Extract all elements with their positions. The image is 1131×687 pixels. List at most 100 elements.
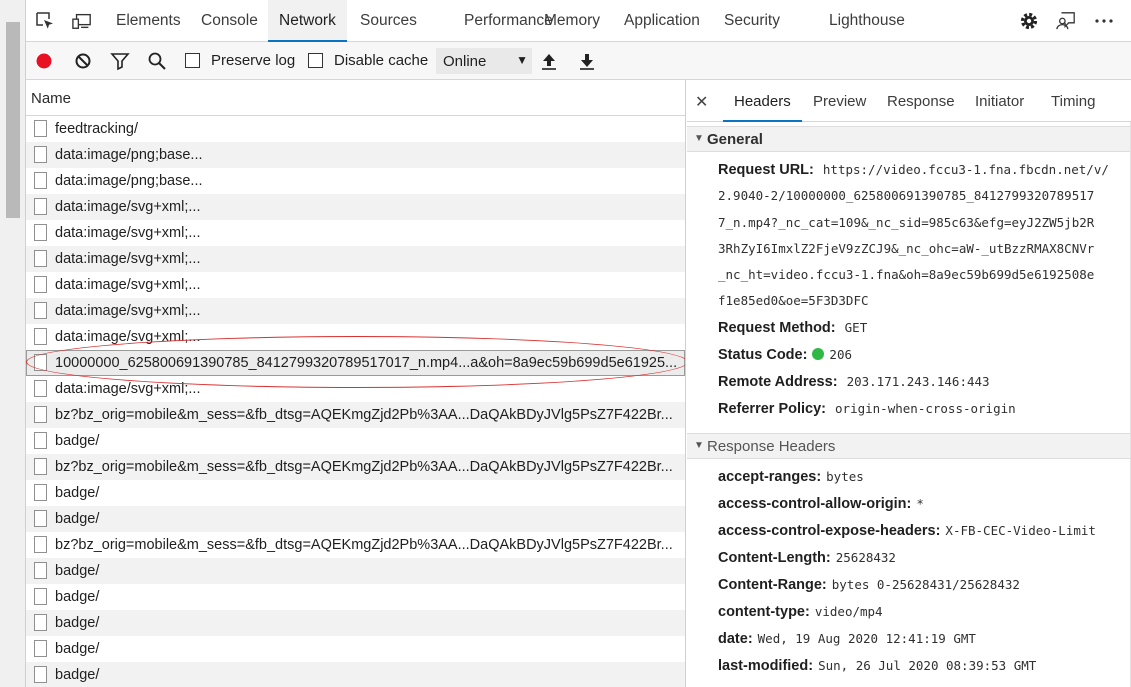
request-name: badge/ xyxy=(55,589,100,605)
request-name: data:image/svg+xml;... xyxy=(55,329,201,345)
document-icon xyxy=(34,172,47,189)
request-row[interactable]: feedtracking/ xyxy=(26,116,685,142)
clear-icon[interactable] xyxy=(73,51,93,71)
remote-address-row: Remote Address: 203.171.243.146:443 xyxy=(718,374,990,390)
request-name: data:image/svg+xml;... xyxy=(55,277,201,293)
status-code-value: 206 xyxy=(829,347,852,362)
status-code-label: Status Code: xyxy=(718,347,808,363)
requests-header[interactable]: Name xyxy=(26,80,685,116)
details-tabbar: ✕ Headers Preview Response Initiator Tim… xyxy=(687,80,1131,122)
tab-application[interactable]: Application xyxy=(613,0,711,42)
request-row[interactable]: badge/ xyxy=(26,480,685,506)
request-details-panel: ✕ Headers Preview Response Initiator Tim… xyxy=(687,80,1131,687)
request-name: bz?bz_orig=mobile&m_sess=&fb_dtsg=AQEKmg… xyxy=(55,407,673,423)
response-header-row: Content-Length: 25628432 xyxy=(718,550,896,566)
referrer-policy-label: Referrer Policy: xyxy=(718,401,826,417)
document-icon xyxy=(34,198,47,215)
tab-preview[interactable]: Preview xyxy=(802,80,877,122)
response-header-key: Content-Length: xyxy=(718,550,831,566)
request-url-value: https://video.fccu3-1.fna.fbcdn.net/v/ xyxy=(822,162,1109,177)
record-button[interactable] xyxy=(34,51,54,71)
search-icon[interactable] xyxy=(147,51,167,71)
request-row[interactable]: badge/ xyxy=(26,636,685,662)
tab-timing[interactable]: Timing xyxy=(1040,80,1106,122)
request-name: badge/ xyxy=(55,511,100,527)
request-name: data:image/svg+xml;... xyxy=(55,381,201,397)
tab-network[interactable]: Network xyxy=(268,0,347,42)
document-icon xyxy=(34,484,47,501)
disable-cache-label[interactable]: Disable cache xyxy=(334,52,428,69)
request-row[interactable]: badge/ xyxy=(26,662,685,687)
throttling-value: Online xyxy=(443,53,487,70)
more-options-icon[interactable] xyxy=(1094,11,1114,31)
request-url-line: f1e85ed0&oe=5F3D3DFC xyxy=(718,293,869,308)
request-row[interactable]: data:image/svg+xml;... xyxy=(26,194,685,220)
request-row[interactable]: badge/ xyxy=(26,506,685,532)
document-icon xyxy=(34,562,47,579)
tab-memory[interactable]: Memory xyxy=(533,0,611,42)
response-header-key: access-control-expose-headers: xyxy=(718,523,941,539)
document-icon xyxy=(34,250,47,267)
requests-list: feedtracking/data:image/png;base... data:… xyxy=(26,116,685,687)
request-row[interactable]: data:image/svg+xml;... xyxy=(26,272,685,298)
request-name: badge/ xyxy=(55,563,100,579)
name-column-header[interactable]: Name xyxy=(31,90,71,107)
tab-lighthouse[interactable]: Lighthouse xyxy=(818,0,916,42)
preserve-log-checkbox[interactable] xyxy=(185,53,200,68)
response-headers-section-header[interactable]: ▼ Response Headers xyxy=(687,433,1131,459)
close-icon[interactable]: ✕ xyxy=(695,92,708,112)
export-har-icon[interactable] xyxy=(577,51,597,71)
requests-panel: Name feedtracking/data:image/png;base...… xyxy=(26,80,686,687)
remote-address-label: Remote Address: xyxy=(718,374,838,390)
request-row[interactable]: badge/ xyxy=(26,558,685,584)
response-header-key: date: xyxy=(718,631,753,647)
request-row[interactable]: bz?bz_orig=mobile&m_sess=&fb_dtsg=AQEKmg… xyxy=(26,402,685,428)
request-row[interactable]: data:image/svg+xml;... xyxy=(26,376,685,402)
tab-sources[interactable]: Sources xyxy=(349,0,428,42)
request-row[interactable]: bz?bz_orig=mobile&m_sess=&fb_dtsg=AQEKmg… xyxy=(26,532,685,558)
response-header-row: Content-Range: bytes 0-25628431/25628432 xyxy=(718,577,1020,593)
request-url-line: 7_n.mp4?_nc_cat=109&_nc_sid=985c63&efg=e… xyxy=(718,215,1095,230)
disable-cache-checkbox[interactable] xyxy=(308,53,323,68)
response-header-value: Sun, 26 Jul 2020 08:39:53 GMT xyxy=(818,658,1037,673)
device-emulation-icon[interactable] xyxy=(72,11,92,31)
request-row[interactable]: badge/ xyxy=(26,610,685,636)
request-row[interactable]: data:image/svg+xml;... xyxy=(26,324,685,350)
request-url-row: Request URL: https://video.fccu3-1.fna.f… xyxy=(718,162,1109,178)
request-row[interactable]: 10000000_625800691390785_841279932078951… xyxy=(26,350,685,376)
document-icon xyxy=(34,536,47,553)
request-row[interactable]: data:image/svg+xml;... xyxy=(26,298,685,324)
response-header-key: access-control-allow-origin: xyxy=(718,496,912,512)
request-url-line: _nc_ht=video.fccu3-1.fna&oh=8a9ec59b699d… xyxy=(718,267,1095,282)
tab-console[interactable]: Console xyxy=(190,0,269,42)
request-row[interactable]: badge/ xyxy=(26,428,685,454)
throttling-select[interactable]: Online ▼ xyxy=(436,48,532,74)
inspect-element-icon[interactable] xyxy=(35,11,55,31)
request-row[interactable]: data:image/svg+xml;... xyxy=(26,246,685,272)
tab-elements[interactable]: Elements xyxy=(105,0,192,42)
tab-security[interactable]: Security xyxy=(713,0,791,42)
tab-initiator[interactable]: Initiator xyxy=(964,80,1035,122)
request-row[interactable]: data:image/png;base... xyxy=(26,142,685,168)
request-row[interactable]: data:image/svg+xml;... xyxy=(26,220,685,246)
response-header-key: last-modified: xyxy=(718,658,814,674)
general-section-header[interactable]: ▼ General xyxy=(687,126,1131,152)
request-row[interactable]: data:image/png;base... xyxy=(26,168,685,194)
feedback-icon[interactable] xyxy=(1056,11,1076,31)
preserve-log-label[interactable]: Preserve log xyxy=(211,52,295,69)
document-icon xyxy=(34,328,47,345)
page-scrollbar[interactable] xyxy=(0,0,26,687)
page-scrollbar-thumb[interactable] xyxy=(6,22,20,218)
gear-icon[interactable] xyxy=(1019,11,1039,31)
response-header-value: bytes 0-25628431/25628432 xyxy=(831,577,1020,592)
tab-response[interactable]: Response xyxy=(876,80,966,122)
general-section-title: General xyxy=(707,131,763,148)
request-method-value: GET xyxy=(844,320,868,335)
triangle-down-icon: ▼ xyxy=(694,440,704,451)
request-row[interactable]: bz?bz_orig=mobile&m_sess=&fb_dtsg=AQEKmg… xyxy=(26,454,685,480)
import-har-icon[interactable] xyxy=(539,51,559,71)
filter-icon[interactable] xyxy=(110,51,130,71)
request-row[interactable]: badge/ xyxy=(26,584,685,610)
triangle-down-icon: ▼ xyxy=(694,133,704,144)
tab-headers[interactable]: Headers xyxy=(723,80,802,122)
